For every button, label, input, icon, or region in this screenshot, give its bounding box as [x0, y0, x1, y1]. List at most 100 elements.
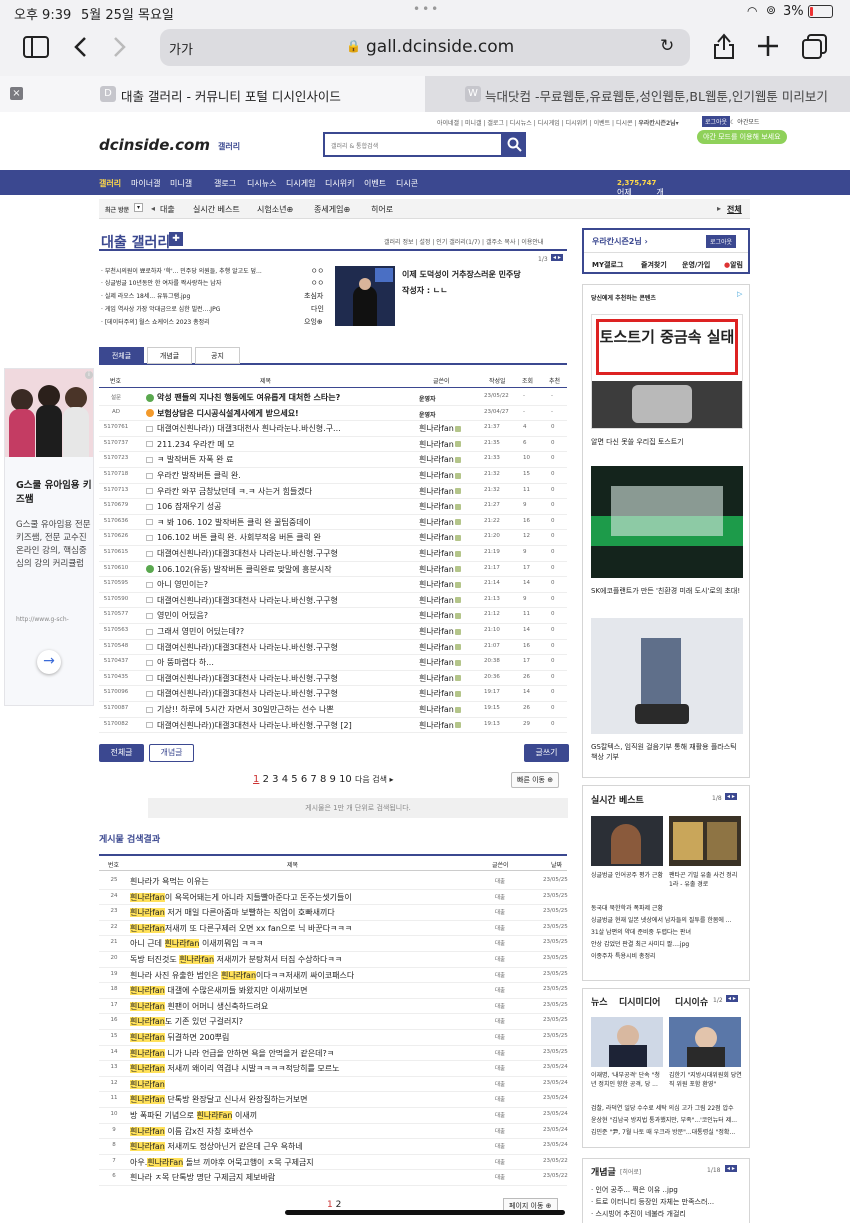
- search-button[interactable]: [503, 132, 526, 157]
- concept-list-item[interactable]: · 스시빙어 추진이 네불라 개걸리: [591, 1209, 743, 1219]
- search-result-row[interactable]: 17 흰나라fan 흰팬이 어머니 생신축하드려요 대출 23/05/25: [99, 999, 568, 1015]
- news-list-item[interactable]: 김민준 "尹, 7월 나토 때 우크라 방문"...대통령실 "정확...: [591, 1127, 743, 1136]
- table-row[interactable]: 5170737 211.234 우라칸 메 모 흰나라fan 21:35 6 0: [99, 437, 567, 453]
- news-tab[interactable]: 디시이슈: [675, 995, 708, 1008]
- top-link[interactable]: 디시게임: [538, 120, 560, 127]
- post-title[interactable]: 211.234 우라칸 메 모: [146, 439, 406, 450]
- post-title[interactable]: 우라칸 발작버튼 클릭 완.: [146, 470, 406, 481]
- search-result-row[interactable]: 24 흰나라fan이 욕목어돼는게 아니라 지들빨아준다고 돈주는셋기들이 대출 23…: [99, 890, 568, 906]
- post-writer[interactable]: 흰나라fan: [419, 501, 461, 512]
- top-link[interactable]: 미니갤: [465, 120, 482, 127]
- search-result-row[interactable]: 23 흰나라fan 저거 매일 다른아줌마 보빨하는 직업이 호빠새끼다 대출 23/…: [99, 905, 568, 921]
- notice-pager-arrows-icon[interactable]: ◂ ▸: [551, 254, 563, 261]
- my-gallog-link[interactable]: MY갤로그: [592, 260, 623, 270]
- tab-notice[interactable]: 공지: [195, 347, 240, 364]
- sidebar-icon[interactable]: [23, 36, 49, 58]
- best-thumbnail[interactable]: [591, 816, 663, 866]
- best-list-item[interactable]: 이종주차 특용시비 총정리: [591, 951, 743, 960]
- best-arrows-icon[interactable]: ◂ ▸: [725, 793, 737, 800]
- notice-item[interactable]: · [데이터주의] 월스 쇼케이스 2023 총정리: [101, 317, 210, 326]
- table-row[interactable]: 5170761 대갤여신흰나라)) 대갤3대천사 흰나라눈나.바신형.구... 흰나…: [99, 421, 567, 437]
- result-title[interactable]: 아우.흰나라Fan 돌브 끼야후 어묵고행이 ㅈ목 구제금지: [130, 1157, 314, 1168]
- search-result-row[interactable]: 6 흰나라 ㅈ목 단톡방 명단 구제금지 제보바람 대출 23/05/22: [99, 1170, 568, 1186]
- best-list-item[interactable]: 동국대 북한학과 폭파제 근황: [591, 903, 743, 912]
- post-title[interactable]: 악성 팬들의 지나친 행동에도 여유롭게 대처한 스타는?: [146, 392, 406, 403]
- table-row[interactable]: 5170595 아니 영민이는? 흰나라fan 21:14 14 0: [99, 577, 567, 593]
- table-row[interactable]: 5170718 우라칸 발작버튼 클릭 완. 흰나라fan 21:32 15 0: [99, 468, 567, 484]
- best-thumbnail[interactable]: [669, 816, 741, 866]
- post-title[interactable]: 보험상담은 디시공식설계사에게 받으세요!: [146, 408, 406, 419]
- post-title[interactable]: 대갤여신흰나라))대갤3대천사 나라눈나.바신형.구구형: [146, 642, 406, 653]
- post-title[interactable]: 106 잠재우기 성공: [146, 501, 406, 512]
- next-search-link[interactable]: 다음 검색 ▸: [355, 775, 394, 784]
- table-row[interactable]: 5170610 106.102(유동) 발작버튼 클릭완료 맞말에 흥분시작 흰나라…: [99, 562, 567, 578]
- top-link[interactable]: 갤로그: [487, 120, 504, 127]
- text-size-button[interactable]: 가가: [169, 39, 193, 58]
- table-row[interactable]: 5170082 대갤여신흰나라))대갤3대천사 나라눈나.바신형.구구형 [2] 흰…: [99, 718, 567, 734]
- content-image-sk[interactable]: [591, 466, 743, 578]
- post-writer[interactable]: 흰나라fan: [419, 423, 461, 434]
- page-link[interactable]: 10: [339, 774, 352, 785]
- gallery-menu-item[interactable]: 갤러리 정보: [384, 239, 414, 246]
- concept-arrows-icon[interactable]: ◂ ▸: [725, 1165, 737, 1172]
- post-title[interactable]: 대갤여신흰나라))대갤3대천사 나라눈나.바신형.구구형: [146, 595, 406, 606]
- gnb-item[interactable]: 디시위키: [325, 178, 354, 189]
- news-list-item[interactable]: 검찰, 라덕연 일당 수수료 세탁 의심 고가 그림 22점 압수: [591, 1103, 743, 1112]
- search-input[interactable]: 갤러리 & 통합검색: [323, 132, 503, 157]
- search-result-row[interactable]: 7 아우.흰나라Fan 돌브 끼야후 어묵고행이 ㅈ목 구제금지 대출 23/05/2…: [99, 1155, 568, 1171]
- post-writer[interactable]: 흰나라fan: [419, 704, 461, 715]
- page-link[interactable]: 6: [301, 774, 307, 785]
- post-writer[interactable]: 흰나라fan: [419, 439, 461, 450]
- search-result-row[interactable]: 21 아니 근데 흰나라fan 이새끼뭐임 ㅋㅋㅋ 대출 23/05/25: [99, 936, 568, 952]
- table-row[interactable]: AD 보험상담은 디시공식설계사에게 받으세요! 운영자 23/04/27 - -: [99, 406, 567, 422]
- page-link[interactable]: 1: [253, 774, 259, 785]
- recent-item[interactable]: 실시간 베스트: [193, 204, 240, 215]
- tab-dc-gallery[interactable]: × D 대출 갤러리 - 커뮤니티 포털 디시인사이드: [0, 76, 425, 112]
- post-title[interactable]: 영민이 어딨음?: [146, 610, 406, 621]
- search-result-row[interactable]: 18 흰나라fan 대갤에 수많은새끼들 봐왔지만 이새끼보면 대출 23/05/25: [99, 983, 568, 999]
- top-link[interactable]: 디시위키: [566, 120, 588, 127]
- concept-list-item[interactable]: · 트로 이터니티 등장인 자체는 만족스러...: [591, 1197, 743, 1207]
- post-writer[interactable]: 운영자: [419, 410, 436, 419]
- feature-title[interactable]: 이제 도덕성이 거추장스러운 민주당: [402, 269, 521, 280]
- result-title[interactable]: 흰나라fan 흰팬이 어머니 생신축하드려요: [130, 1001, 268, 1012]
- search-result-row[interactable]: 19 흰나라 사진 유출한 범인은 흰나라fan이다ㅋㅋ저새끼 싸이코패스다 대출 2…: [99, 968, 568, 984]
- news-tab[interactable]: 디시미디어: [619, 995, 660, 1008]
- notice-item[interactable]: · 부천시의원이 뾰로하자 '학'... 민주당 의원들, 추행 알고도 덮..…: [101, 266, 262, 275]
- search-result-row[interactable]: 14 흰나라fan 니가 나라 언급을 안하면 욕을 안먹을거 같은데?ㅋ 대출 23…: [99, 1046, 568, 1062]
- multitask-dots-icon[interactable]: •••: [413, 2, 440, 16]
- gnb-item[interactable]: 마이너갤: [131, 178, 160, 189]
- table-row[interactable]: 5170435 대갤여신흰나라))대갤3대천사 나라눈나.바신형.구구형 흰나라fa…: [99, 671, 567, 687]
- post-title[interactable]: 아니 영민이는?: [146, 579, 406, 590]
- tab-all-posts[interactable]: 전체글: [99, 347, 144, 365]
- post-title[interactable]: 그래서 영민이 어딨는데??: [146, 626, 406, 637]
- table-row[interactable]: 5170723 ㅋ 발작버튼 자폭 완 료 흰나라fan 21:33 10 0: [99, 452, 567, 468]
- page-link[interactable]: 8: [320, 774, 326, 785]
- search-result-row[interactable]: 25 흰나라가 욕먹는 이유는 대출 23/05/25: [99, 874, 568, 890]
- search-result-row[interactable]: 10 방 폭파된 기념으로 흰나라Fan 이새끼 대출 23/05/24: [99, 1108, 568, 1124]
- forward-icon[interactable]: [113, 36, 127, 58]
- post-title[interactable]: 106.102(유동) 발작버튼 클릭완료 맞말에 흥분시작: [146, 564, 406, 575]
- search-result-row[interactable]: 15 흰나라fan 뒤결하면 200뿌림 대출 23/05/25: [99, 1030, 568, 1046]
- gallery-menu-item[interactable]: 갤주소 복사: [486, 239, 516, 246]
- result-title[interactable]: 흰나라fan 저거 매일 다른아줌마 보빨하는 직업이 호빠새끼다: [130, 907, 335, 918]
- search-result-row[interactable]: 9 흰나라fan 이름 갑x진 자칭 호바선수 대출 23/05/24: [99, 1124, 568, 1140]
- feature-thumbnail[interactable]: [335, 266, 395, 326]
- notice-item[interactable]: · 실제 라오스 18세... 유튜그램.jpg: [101, 291, 190, 300]
- post-writer[interactable]: 흰나라fan: [419, 610, 461, 621]
- post-title[interactable]: 106.102 버튼 클릭 완. 사회부적응 버튼 클릭 완: [146, 532, 406, 543]
- share-icon[interactable]: [712, 32, 736, 60]
- table-row[interactable]: 5170096 대갤여신흰나라))대갤3대천사 나라눈나.바신형.구구형 흰나라fa…: [99, 686, 567, 702]
- result-title[interactable]: 흰나라fan: [130, 1079, 165, 1090]
- table-row[interactable]: 5170087 기상!! 하루에 5시간 자면서 30일만근하는 선수 나뽄 흰나라…: [99, 702, 567, 718]
- gnb-item[interactable]: 디시뉴스: [247, 178, 276, 189]
- top-link[interactable]: 아이네갤: [437, 120, 459, 127]
- post-title[interactable]: 대갤여신흰나라))대갤3대천사 나라눈나.바신형.구구형 [2]: [146, 720, 406, 731]
- post-writer[interactable]: 흰나라fan: [419, 532, 461, 543]
- tab-concept-posts[interactable]: 개념글: [147, 347, 192, 364]
- post-writer[interactable]: 흰나라fan: [419, 673, 461, 684]
- result-title[interactable]: 방 폭파된 기념으로 흰나라Fan 이새끼: [130, 1110, 257, 1121]
- ad-info-icon[interactable]: i: [85, 371, 93, 379]
- news-thumbnail[interactable]: [669, 1017, 741, 1067]
- gnb-item[interactable]: 미니갤: [170, 178, 192, 189]
